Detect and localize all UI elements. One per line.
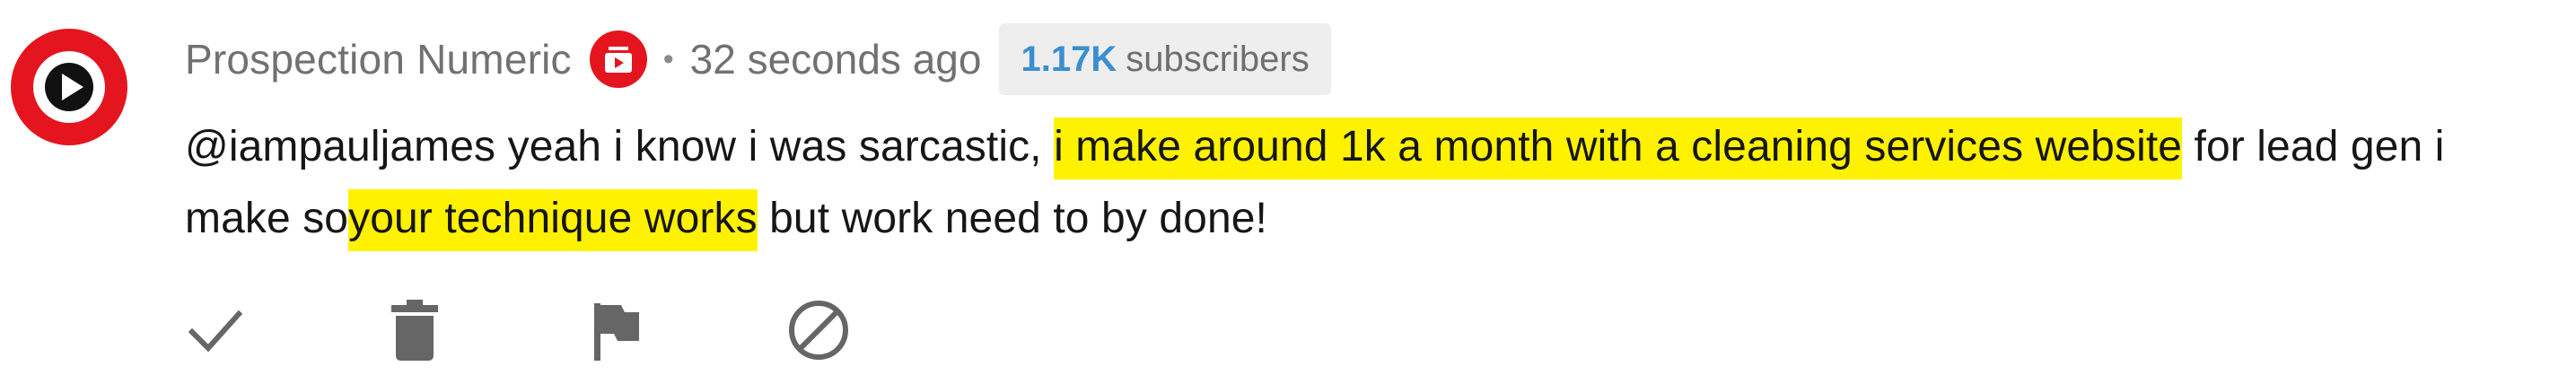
comment-segment: but work need to by done! <box>757 195 1267 242</box>
author-name[interactable]: Prospection Numeric <box>185 35 572 83</box>
trash-icon[interactable] <box>381 296 449 364</box>
comment-text: @iampauljames yeah i know i was sarcasti… <box>185 111 2554 255</box>
check-icon[interactable] <box>181 296 250 364</box>
youtube-studio-badge-icon <box>589 31 647 88</box>
subscriber-badge: 1.17K subscribers <box>999 23 1331 95</box>
subscriber-count: 1.17K <box>1021 39 1117 79</box>
comment-timestamp[interactable]: 32 seconds ago <box>690 35 982 83</box>
comment-header: Prospection Numeric • 32 seconds ago 1.1… <box>185 23 1331 95</box>
flag-icon[interactable] <box>582 296 650 364</box>
subscriber-label: subscribers <box>1126 39 1310 79</box>
comment-highlight: your technique works <box>348 189 758 251</box>
separator-dot: • <box>662 41 674 76</box>
channel-avatar[interactable] <box>11 29 127 145</box>
comment-segment: @iampauljames yeah i know i was sarcasti… <box>185 123 1055 170</box>
block-icon[interactable] <box>784 296 853 364</box>
comment-highlight: i make around 1k a month with a cleaning… <box>1054 118 2183 179</box>
